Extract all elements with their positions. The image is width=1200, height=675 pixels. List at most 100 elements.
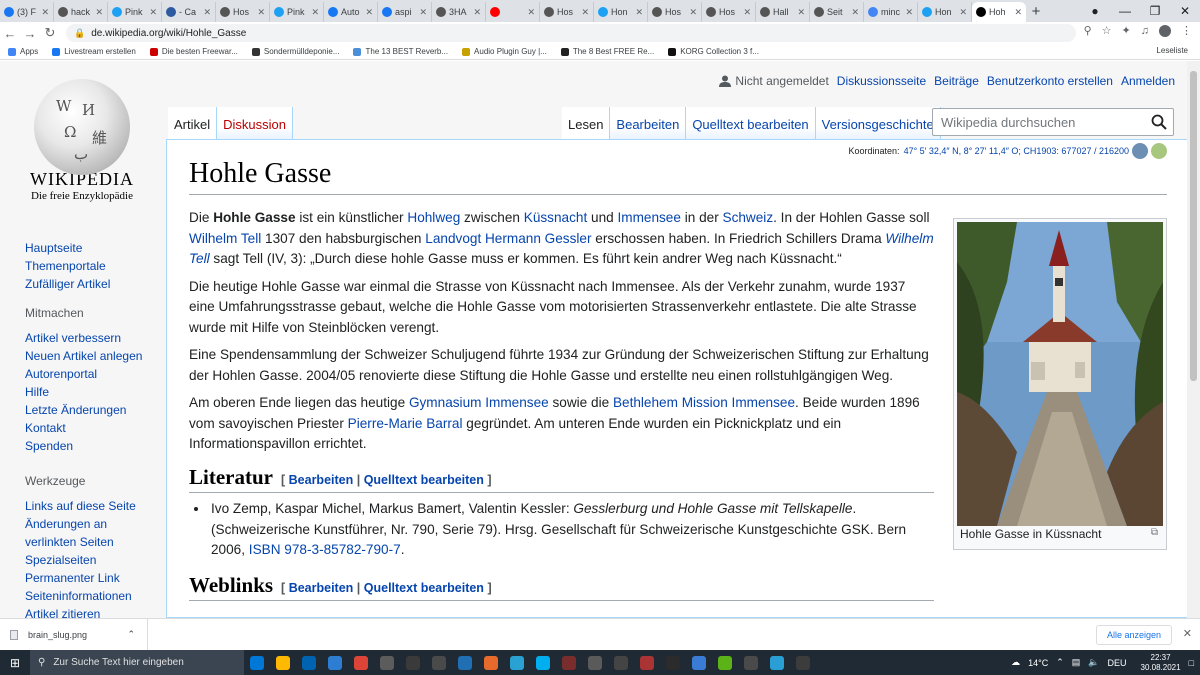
bookmark-item[interactable]: The 8 Best FREE Re... — [560, 47, 654, 56]
taskbar-app-icon[interactable] — [712, 650, 738, 675]
close-tab-icon[interactable]: ✕ — [527, 7, 535, 18]
taskbar-app-icon[interactable] — [322, 650, 348, 675]
contributions-link[interactable]: Beiträge — [934, 74, 979, 88]
weather-temp[interactable]: 14°C — [1028, 658, 1048, 668]
extensions-icon[interactable]: ✦ — [1122, 24, 1131, 37]
reload-button[interactable]: ↻ — [40, 25, 60, 41]
close-tab-icon[interactable]: ✕ — [473, 7, 481, 18]
taskbar-app-icon[interactable] — [374, 650, 400, 675]
browser-tab[interactable]: Hos ✕ — [648, 2, 702, 22]
taskbar-app-icon[interactable] — [582, 650, 608, 675]
close-tab-icon[interactable]: ✕ — [581, 7, 589, 18]
link-wilhelm-tell[interactable]: Wilhelm Tell — [189, 231, 261, 246]
edit-section-link[interactable]: Bearbeiten — [289, 473, 354, 487]
hohle-gasse-photo[interactable] — [957, 222, 1163, 526]
wikipedia-logo[interactable]: W И Ω 維 ب Wikipedia Die freie Enzyklopäd… — [24, 79, 140, 209]
taskbar-app-icon[interactable] — [634, 650, 660, 675]
tab-bearbeiten[interactable]: Bearbeiten — [610, 107, 687, 139]
browser-tab[interactable]: hack ✕ — [54, 2, 108, 22]
close-tab-icon[interactable]: ✕ — [797, 7, 805, 18]
close-tab-icon[interactable]: ✕ — [419, 7, 427, 18]
bookmark-item[interactable]: Livestream erstellen — [52, 47, 136, 56]
page-scrollbar[interactable] — [1187, 61, 1200, 618]
browser-tab[interactable]: minc ✕ — [864, 2, 918, 22]
tab-search-icon[interactable]: ● — [1080, 4, 1110, 18]
link-landvogt-gessler[interactable]: Landvogt Hermann Gessler — [425, 231, 591, 246]
tab-lesen[interactable]: Lesen — [562, 107, 611, 139]
close-tab-icon[interactable]: ✕ — [1014, 7, 1022, 18]
cloud-icon[interactable]: ☁ — [1011, 657, 1020, 668]
browser-tab[interactable]: ✕ — [486, 2, 540, 22]
download-item[interactable]: brain_slug.png ⌃ — [0, 618, 148, 651]
create-account-link[interactable]: Benutzerkonto erstellen — [987, 74, 1113, 88]
taskbar-app-icon[interactable] — [686, 650, 712, 675]
bookmark-item[interactable]: Die besten Freewar... — [149, 47, 238, 56]
bookmark-item[interactable]: The 13 BEST Reverb... — [353, 47, 448, 56]
sidebar-link[interactable]: Änderungen an verlinkten Seiten — [25, 515, 155, 551]
close-tab-icon[interactable]: ✕ — [257, 7, 265, 18]
close-tab-icon[interactable]: ✕ — [95, 7, 103, 18]
taskbar-app-icon[interactable] — [452, 650, 478, 675]
browser-tab[interactable]: Hall ✕ — [756, 2, 810, 22]
browser-tab[interactable]: Hos ✕ — [702, 2, 756, 22]
close-icon[interactable]: ✕ — [1183, 627, 1192, 640]
magnify-icon[interactable]: ⧉ — [1151, 527, 1158, 538]
browser-tab[interactable]: Hos ✕ — [540, 2, 594, 22]
clock[interactable]: 22:37 30.08.2021 — [1141, 653, 1181, 673]
browser-tab[interactable]: Pink ✕ — [270, 2, 324, 22]
sidebar-link[interactable]: Letzte Änderungen — [25, 401, 155, 419]
taskbar-app-icon[interactable] — [400, 650, 426, 675]
sidebar-link[interactable]: Artikel zitieren — [25, 605, 155, 618]
browser-tab[interactable]: Pink ✕ — [108, 2, 162, 22]
zoom-icon[interactable]: ⚲ — [1084, 24, 1092, 37]
sidebar-link[interactable]: Seiteninformationen — [25, 587, 155, 605]
browser-tab[interactable]: Hon ✕ — [918, 2, 972, 22]
sidebar-link[interactable]: Spenden — [25, 437, 155, 455]
taskbar-app-icon[interactable] — [738, 650, 764, 675]
window-close-icon[interactable]: ✕ — [1170, 4, 1200, 18]
taskbar-app-icon[interactable] — [426, 650, 452, 675]
maximize-icon[interactable]: ❐ — [1140, 4, 1170, 18]
close-tab-icon[interactable]: ✕ — [689, 7, 697, 18]
taskbar-app-icon[interactable] — [660, 650, 686, 675]
edit-section-link[interactable]: Bearbeiten — [289, 581, 354, 595]
close-tab-icon[interactable]: ✕ — [365, 7, 373, 18]
sidebar-link[interactable]: Links auf diese Seite — [25, 497, 155, 515]
sidebar-link[interactable]: Hauptseite — [25, 239, 155, 257]
taskbar-app-icon[interactable] — [790, 650, 816, 675]
windows-start-icon[interactable]: ⊞ — [0, 656, 30, 670]
browser-tab[interactable]: Auto ✕ — [324, 2, 378, 22]
show-all-downloads-button[interactable]: Alle anzeigen — [1095, 625, 1172, 645]
link-kuessnacht[interactable]: Küssnacht — [524, 210, 587, 225]
globe-map-icon[interactable] — [1132, 143, 1148, 159]
close-tab-icon[interactable]: ✕ — [959, 7, 967, 18]
sidebar-link[interactable]: Autorenportal — [25, 365, 155, 383]
coordinates-link[interactable]: 47° 5′ 32,4″ N, 8° 27′ 11,4″ O; CH1903: … — [904, 146, 1129, 156]
link-bethlehem-mission[interactable]: Bethlehem Mission Immensee — [613, 395, 795, 410]
tab-diskussion[interactable]: Diskussion — [217, 107, 293, 139]
taskbar-app-icon[interactable] — [270, 650, 296, 675]
bookmark-item[interactable]: Audio Plugin Guy |... — [462, 47, 547, 56]
close-tab-icon[interactable]: ✕ — [905, 7, 913, 18]
minimize-icon[interactable]: — — [1110, 4, 1140, 18]
sidebar-link[interactable]: Hilfe — [25, 383, 155, 401]
link-gymnasium-immensee[interactable]: Gymnasium Immensee — [409, 395, 549, 410]
tab-quelltext-bearbeiten[interactable]: Quelltext bearbeiten — [686, 107, 816, 139]
taskbar-app-icon[interactable] — [478, 650, 504, 675]
close-tab-icon[interactable]: ✕ — [743, 7, 751, 18]
menu-icon[interactable]: ⋮ — [1181, 24, 1192, 37]
close-tab-icon[interactable]: ✕ — [41, 7, 49, 18]
sidebar-link[interactable]: Spezialseiten — [25, 551, 155, 569]
chevron-up-icon[interactable]: ⌃ — [127, 629, 135, 640]
sidebar-link[interactable]: Zufälliger Artikel — [25, 275, 155, 293]
talk-page-link[interactable]: Diskussionsseite — [837, 74, 926, 88]
sidebar-link[interactable]: Themenportale — [25, 257, 155, 275]
close-tab-icon[interactable]: ✕ — [311, 7, 319, 18]
close-tab-icon[interactable]: ✕ — [149, 7, 157, 18]
taskbar-app-icon[interactable] — [296, 650, 322, 675]
link-schweiz[interactable]: Schweiz — [723, 210, 774, 225]
volume-icon[interactable]: 🔈 — [1088, 657, 1099, 668]
isbn-link[interactable]: ISBN 978-3-85782-790-7 — [249, 542, 401, 557]
browser-tab[interactable]: aspi ✕ — [378, 2, 432, 22]
network-icon[interactable]: ▤ — [1072, 657, 1081, 668]
